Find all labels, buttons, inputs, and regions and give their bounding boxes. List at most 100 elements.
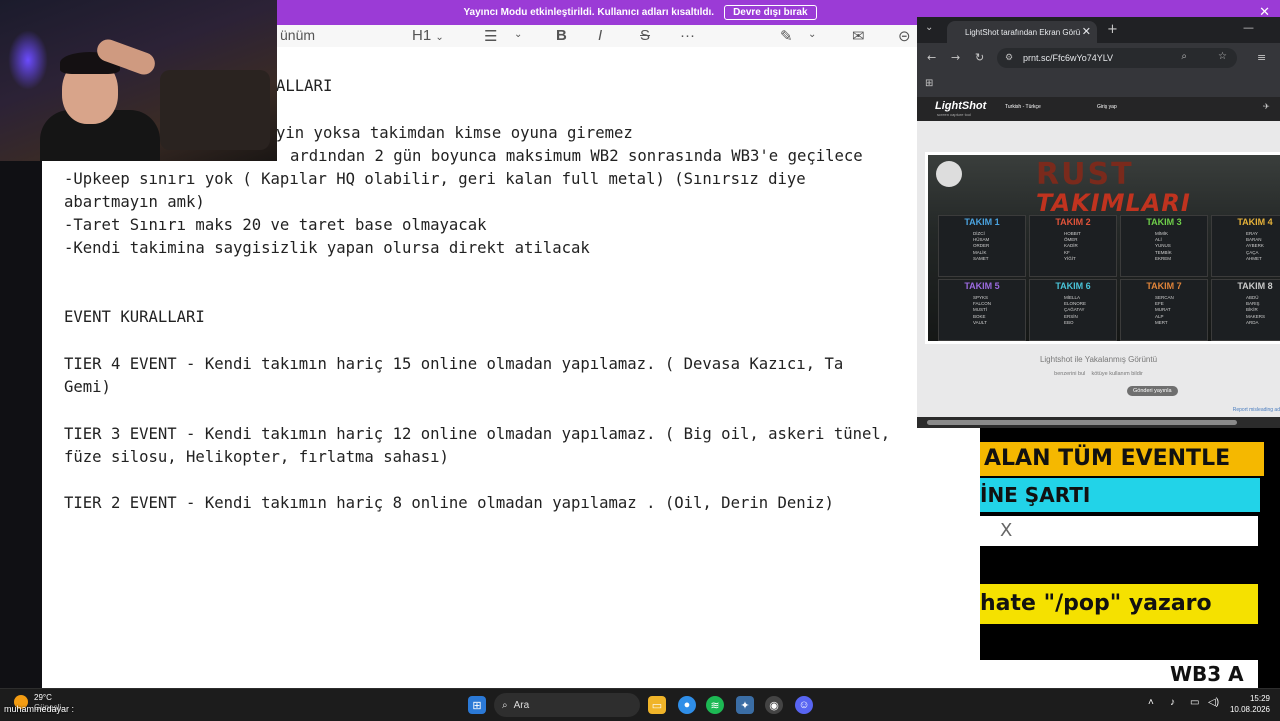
document-line: füze silosu, Helikopter, fırlatma sahası… xyxy=(64,448,449,466)
overlay-line-events: ALAN TÜM EVENTLE xyxy=(980,442,1264,476)
comment-icon[interactable]: ✉ xyxy=(852,27,865,45)
clock-time: 15:29 xyxy=(1249,694,1270,703)
heading-label: H1 xyxy=(412,27,432,44)
rgb-light xyxy=(8,30,48,90)
minimize-icon[interactable]: — xyxy=(1243,21,1254,34)
chevron-down-icon[interactable]: ⌄ xyxy=(808,29,816,40)
bold-icon[interactable]: B xyxy=(556,27,567,44)
stream-overlay-panel: ALAN TÜM EVENTLE İNE ŞARTI X hate "/pop"… xyxy=(980,428,1280,688)
more-icon[interactable]: ··· xyxy=(680,27,695,44)
left-dark-margin xyxy=(0,160,42,688)
microphone-icon[interactable]: ♪ xyxy=(1170,697,1175,708)
overlay-line-pop: hate "/pop" yazaro xyxy=(980,584,1258,624)
network-icon[interactable]: ▭ xyxy=(1190,697,1199,708)
taskbar-search[interactable]: ⌕ Ara xyxy=(494,693,640,717)
lock-icon[interactable]: ⊝ xyxy=(898,27,911,45)
overlay-line-x: X xyxy=(980,516,1258,546)
volume-icon[interactable]: ◁) xyxy=(1208,697,1219,708)
team-name: TAKIM 1 xyxy=(964,217,1000,227)
strikethrough-icon[interactable]: S xyxy=(640,27,650,44)
discord-icon[interactable]: ☺ xyxy=(795,696,813,714)
lightshot-logo[interactable]: LightShot xyxy=(935,100,986,112)
team-members: ERAY BARAN AYBERK ÇAÇA AHMET xyxy=(1246,231,1264,261)
document-line: TIER 2 EVENT - Kendi takımın hariç 8 onl… xyxy=(64,494,834,512)
team-card: TAKIM 3 MİMİK ALİ YUNUS TEMBİK EKREM xyxy=(1120,215,1208,277)
close-tab-icon[interactable]: ✕ xyxy=(1082,25,1091,38)
screenshot-links: benzerini bul kötüye kullanım bildir xyxy=(917,371,1280,377)
tab-lightshot[interactable]: LightShot tarafından Ekran Görü ✕ xyxy=(947,21,1097,43)
team-name: TAKIM 8 xyxy=(1237,281,1273,291)
image-title-rust: RUST xyxy=(1036,157,1134,192)
app-icon[interactable]: ✦ xyxy=(736,696,754,714)
team-card: TAKIM 6 MİELLA ELONORE ÇAĞATAY ERSİN EBO xyxy=(1029,279,1117,341)
team-card: TAKIM 8 ABDÜ BARIŞ BİKİR MAKERS ARDA xyxy=(1211,279,1280,341)
team-name: TAKIM 5 xyxy=(964,281,1000,291)
forward-icon[interactable]: → xyxy=(951,51,960,64)
overlay-line-condition: İNE ŞARTI xyxy=(980,478,1260,512)
screenshot-frame: RUST TAKIMLARI TAKIM 1 DİZCİ HÜSAM ORDER … xyxy=(925,152,1280,344)
language-selector[interactable]: Turkish - Türkçe xyxy=(1005,104,1041,110)
tab-list-icon[interactable]: ⌄ xyxy=(925,22,933,33)
team-card: TAKIM 4 ERAY BARAN AYBERK ÇAÇA AHMET xyxy=(1211,215,1280,277)
weather-temp: 29°C xyxy=(34,693,52,702)
team-card: TAKIM 1 DİZCİ HÜSAM ORDER MALİK SAMET xyxy=(938,215,1026,277)
site-info-icon[interactable]: ⚙ xyxy=(1005,52,1013,63)
view-menu[interactable]: ünüm xyxy=(280,27,315,43)
post-button[interactable]: Gönderi yayınla xyxy=(1127,386,1178,396)
team-name: TAKIM 6 xyxy=(1055,281,1091,291)
scrollbar-thumb[interactable] xyxy=(927,420,1237,425)
report-misleading-link[interactable]: Report misleading ad xyxy=(1233,407,1280,413)
chrome-icon[interactable]: ● xyxy=(678,696,696,714)
file-explorer-icon[interactable]: ▭ xyxy=(648,696,666,714)
twitter-icon[interactable]: ✈ xyxy=(1263,102,1270,111)
document-line: -Taret Sınırı maks 20 ve taret base olma… xyxy=(64,216,487,234)
bear-logo-icon xyxy=(936,161,962,187)
gaming-chair xyxy=(160,70,270,150)
italic-icon[interactable]: I xyxy=(598,27,602,44)
document-line: ardından 2 gün boyunca maksimum WB2 sonr… xyxy=(290,147,863,165)
start-icon[interactable]: ⊞ xyxy=(468,696,486,714)
team-name: TAKIM 2 xyxy=(1055,217,1091,227)
zoom-icon[interactable]: ⌕ xyxy=(1181,51,1187,62)
reload-icon[interactable]: ↻ xyxy=(975,51,984,64)
disable-streamer-mode-button[interactable]: Devre dışı bırak xyxy=(724,5,817,20)
bookmark-star-icon[interactable]: ☆ xyxy=(1218,51,1227,62)
image-title-teams: TAKIMLARI xyxy=(1036,189,1191,217)
horizontal-scrollbar[interactable] xyxy=(917,417,1280,428)
tab-strip: ⌄ LightShot tarafından Ekran Görü ✕ + — xyxy=(917,17,1280,43)
team-name: TAKIM 4 xyxy=(1237,217,1273,227)
chevron-down-icon: ⌄ xyxy=(435,32,444,43)
bookmarks-bar: ⊞ xyxy=(917,73,1280,97)
find-similar-link[interactable]: benzerini bul xyxy=(1054,371,1085,377)
windows-taskbar: 29°C Güneşli ⊞ ⌕ Ara ▭ ● ≋ ✦ ◉ ☺ ˄ ♪ ▭ ◁… xyxy=(0,688,1280,721)
menu-icon[interactable]: ≡ xyxy=(1257,51,1266,64)
screenshot-caption: Lightshot ile Yakalanmış Görüntü xyxy=(1039,355,1158,364)
page-content: LightShot screen capture tool Turkish - … xyxy=(917,97,1280,417)
list-icon[interactable]: ☰ xyxy=(484,27,497,45)
url-text: prnt.sc/Ffc6wYo74YLV xyxy=(1023,53,1114,63)
tray-chevron-icon[interactable]: ˄ xyxy=(1148,697,1154,708)
team-members: SPYKS FALCON MUSTİ BOKE VAULT xyxy=(973,295,992,325)
chevron-down-icon[interactable]: ⌄ xyxy=(514,29,522,40)
streamer-mode-message: Yayıncı Modu etkinleştirildi. Kullanıcı … xyxy=(463,7,715,18)
new-tab-icon[interactable]: + xyxy=(1107,22,1118,37)
clock-date: 10.08.2026 xyxy=(1229,705,1270,714)
login-link[interactable]: Giriş yap xyxy=(1097,104,1117,110)
obs-icon[interactable]: ◉ xyxy=(765,696,783,714)
back-icon[interactable]: ← xyxy=(927,51,936,64)
spotify-icon[interactable]: ≋ xyxy=(706,696,724,714)
document-line: -Upkeep sınırı yok ( Kapılar HQ olabilir… xyxy=(64,170,806,188)
overlay-line-wb3: WB3 A xyxy=(980,660,1258,688)
heading-dropdown[interactable]: H1 ⌄ xyxy=(412,27,444,44)
url-field[interactable]: ⚙ prnt.sc/Ffc6wYo74YLV ⌕ ☆ xyxy=(997,48,1237,68)
document-line: EVENT KURALLARI xyxy=(64,308,205,326)
clock[interactable]: 15:29 10.08.2026 xyxy=(1230,693,1270,715)
highlight-icon[interactable]: ✎ xyxy=(780,27,793,45)
browser-window: ⌄ LightShot tarafından Ekran Görü ✕ + — … xyxy=(917,17,1280,428)
report-abuse-link[interactable]: kötüye kullanım bildir xyxy=(1091,371,1142,377)
chat-username: muhammedayar : xyxy=(4,704,75,714)
team-card: TAKIM 2 HOBBIT ÖMER KADİR KF YİĞİT xyxy=(1029,215,1117,277)
team-members: MİMİK ALİ YUNUS TEMBİK EKREM xyxy=(1155,231,1172,261)
apps-grid-icon[interactable]: ⊞ xyxy=(925,78,933,89)
lightshot-header: LightShot screen capture tool Turkish - … xyxy=(917,97,1280,121)
